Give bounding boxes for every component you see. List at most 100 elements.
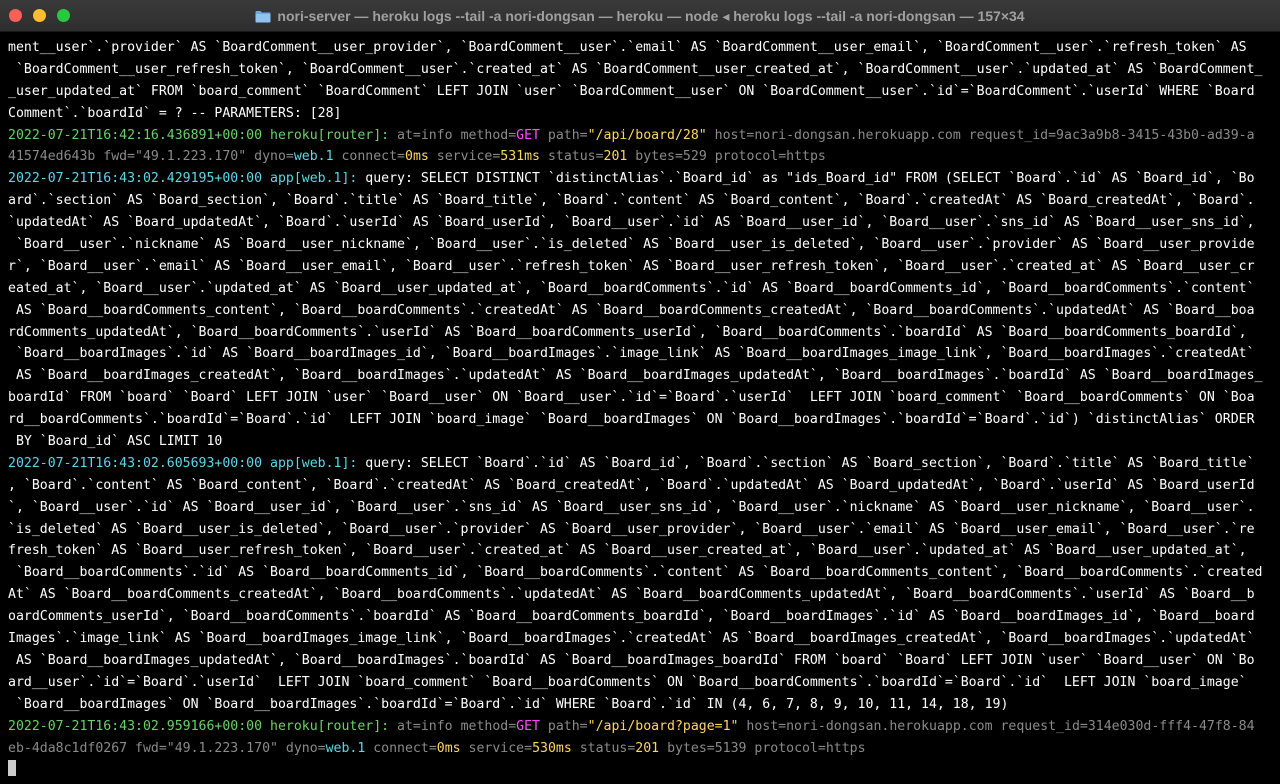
log-text: query: SELECT `Board`.`id` AS `Board_id`… bbox=[357, 455, 1255, 471]
terminal-line: 2022-07-21T16:43:02.429195+00:00 app[web… bbox=[8, 168, 1276, 190]
log-text: 531ms bbox=[500, 149, 540, 165]
text-cursor bbox=[8, 760, 16, 777]
log-text: "/api/board?page=1" bbox=[587, 718, 739, 734]
log-text: rdComments_updatedAt`, `Board__boardComm… bbox=[8, 324, 1247, 340]
log-text: Comment`.`boardId` = ? -- PARAMETERS: [2… bbox=[8, 105, 342, 121]
terminal-line: ard__user`.`id`=`Board`.`userId` LEFT JO… bbox=[8, 672, 1276, 694]
log-text: AS `Board__boardImages_createdAt`, `Boar… bbox=[8, 368, 1263, 384]
terminal-window: nori-server — heroku logs --tail -a nori… bbox=[0, 0, 1280, 784]
log-text: 0ms bbox=[436, 740, 461, 756]
log-text: service= bbox=[428, 149, 501, 165]
log-text: 41574ed643b fwd="49.1.223.170" dyno= bbox=[8, 149, 294, 165]
log-text: oardComments_userId`, `Board__boardComme… bbox=[8, 609, 1255, 625]
terminal-line: Images`.`image_link` AS `Board__boardIma… bbox=[8, 628, 1276, 650]
window-title-area: nori-server — heroku logs --tail -a nori… bbox=[0, 0, 1280, 32]
log-text: status= bbox=[540, 149, 604, 165]
log-text: fresh_token` AS `Board__user_refresh_tok… bbox=[8, 543, 1247, 559]
log-text: 2022-07-21T16:43:02.429195+00:00 app[web… bbox=[8, 171, 358, 187]
terminal-line: 41574ed643b fwd="49.1.223.170" dyno=web.… bbox=[8, 146, 1276, 168]
log-text: 2022-07-21T16:43:02.605693+00:00 app[web… bbox=[8, 455, 358, 471]
terminal-line: `Board__boardImages` ON `Board__boardIma… bbox=[8, 694, 1276, 716]
log-text: web.1 bbox=[293, 149, 334, 165]
terminal-line: 2022-07-21T16:43:02.605693+00:00 app[web… bbox=[8, 453, 1276, 475]
log-text: eated_at`, `Board__user`.`updated_at` AS… bbox=[8, 280, 1255, 296]
log-text: 201 bbox=[603, 149, 628, 165]
log-text: 201 bbox=[635, 740, 660, 756]
log-text: 530ms bbox=[532, 740, 572, 756]
terminal-line: `is_deleted` AS `Board__user_is_deleted`… bbox=[8, 519, 1276, 541]
terminal-line: rd__boardComments`.`boardId`=`Board`.`id… bbox=[8, 409, 1276, 431]
log-text: 0ms bbox=[405, 149, 429, 165]
log-text: BY `Board_id` ASC LIMIT 10 bbox=[8, 434, 223, 450]
log-text: `updatedAt` AS `Board_updatedAt`, `Board… bbox=[8, 215, 1255, 231]
log-text: at=info method= bbox=[389, 718, 517, 734]
log-text: r`, `Board__user`.`email` AS `Board__use… bbox=[8, 258, 1255, 274]
log-text: GET bbox=[516, 718, 540, 734]
log-text: path= bbox=[539, 127, 588, 143]
log-text: bytes=5139 protocol=https bbox=[659, 740, 866, 756]
log-text: Images`.`image_link` AS `Board__boardIma… bbox=[8, 631, 1255, 647]
log-text: at=info method= bbox=[389, 127, 517, 143]
terminal-line: boardId` FROM `board` `Board` LEFT JOIN … bbox=[8, 387, 1276, 409]
log-text: GET bbox=[516, 127, 540, 143]
log-text: , `Board`.`content` AS `Board_content`, … bbox=[8, 477, 1255, 493]
log-text: host=nori-dongsan.herokuapp.com request_… bbox=[738, 718, 1255, 734]
log-text: `Board__boardImages` ON `Board__boardIma… bbox=[8, 696, 1009, 712]
terminal-line: r`, `Board__user`.`email` AS `Board__use… bbox=[8, 256, 1276, 278]
log-text: AS `Board__boardImages_updatedAt`, `Boar… bbox=[8, 652, 1255, 668]
terminal-line: 2022-07-21T16:43:02.959166+00:00 heroku[… bbox=[8, 716, 1276, 738]
terminal-line: At` AS `Board__boardComments_createdAt`,… bbox=[8, 584, 1276, 606]
terminal-line: `updatedAt` AS `Board_updatedAt`, `Board… bbox=[8, 212, 1276, 234]
terminal-line: Comment`.`boardId` = ? -- PARAMETERS: [2… bbox=[8, 103, 1276, 125]
terminal-line: _user_updated_at` FROM `board_comment` `… bbox=[8, 81, 1276, 103]
log-text: eb-4da8c1df0267 fwd="49.1.223.170" dyno= bbox=[8, 740, 326, 756]
terminal-line: ment__user`.`provider` AS `BoardComment_… bbox=[8, 37, 1276, 59]
log-text: boardId` FROM `board` `Board` LEFT JOIN … bbox=[8, 390, 1255, 406]
terminal-line: AS `Board__boardComments_content`, `Boar… bbox=[8, 300, 1276, 322]
terminal-line: oardComments_userId`, `Board__boardComme… bbox=[8, 606, 1276, 628]
log-text: connect= bbox=[365, 740, 437, 756]
terminal-line: fresh_token` AS `Board__user_refresh_tok… bbox=[8, 540, 1276, 562]
window-title: nori-server — heroku logs --tail -a nori… bbox=[277, 7, 1025, 24]
log-text: rd__boardComments`.`boardId`=`Board`.`id… bbox=[8, 412, 1255, 428]
terminal-line: ard`.`section` AS `Board_section`, `Boar… bbox=[8, 190, 1276, 212]
log-text: status= bbox=[571, 740, 636, 756]
log-text: "/api/board/28" bbox=[587, 127, 707, 143]
terminal-line: rdComments_updatedAt`, `Board__boardComm… bbox=[8, 322, 1276, 344]
terminal-output[interactable]: ment__user`.`provider` AS `BoardComment_… bbox=[8, 37, 1276, 778]
terminal-line: 2022-07-21T16:42:16.436891+00:00 heroku[… bbox=[8, 125, 1276, 147]
log-text: 2022-07-21T16:43:02.959166+00:00 heroku[… bbox=[8, 718, 390, 734]
log-text: `is_deleted` AS `Board__user_is_deleted`… bbox=[8, 521, 1255, 537]
terminal-line: `Board__boardImages`.`id` AS `Board__boa… bbox=[8, 343, 1276, 365]
terminal-line: `, `Board__user`.`id` AS `Board__user_id… bbox=[8, 497, 1276, 519]
terminal-line: `Board__boardComments`.`id` AS `Board__b… bbox=[8, 562, 1276, 584]
log-text: AS `Board__boardComments_content`, `Boar… bbox=[8, 302, 1255, 318]
log-text: `Board__boardImages`.`id` AS `Board__boa… bbox=[8, 346, 1255, 362]
log-text: query: SELECT DISTINCT `distinctAlias`.`… bbox=[357, 171, 1255, 187]
log-text: `BoardComment__user_refresh_token`, `Boa… bbox=[8, 61, 1263, 77]
terminal-line: eated_at`, `Board__user`.`updated_at` AS… bbox=[8, 278, 1276, 300]
log-text: bytes=529 protocol=https bbox=[627, 149, 826, 165]
log-text: service= bbox=[460, 740, 533, 756]
log-text: host=nori-dongsan.herokuapp.com request_… bbox=[706, 127, 1255, 143]
log-text: `, `Board__user`.`id` AS `Board__user_id… bbox=[8, 499, 1255, 515]
terminal-line: BY `Board_id` ASC LIMIT 10 bbox=[8, 431, 1276, 453]
log-text: _user_updated_at` FROM `board_comment` `… bbox=[8, 83, 1255, 99]
terminal-line: `BoardComment__user_refresh_token`, `Boa… bbox=[8, 59, 1276, 81]
terminal-line: AS `Board__boardImages_updatedAt`, `Boar… bbox=[8, 650, 1276, 672]
terminal-line: , `Board`.`content` AS `Board_content`, … bbox=[8, 475, 1276, 497]
terminal-line: `Board__user`.`nickname` AS `Board__user… bbox=[8, 234, 1276, 256]
log-text: At` AS `Board__boardComments_createdAt`,… bbox=[8, 587, 1255, 603]
terminal-line: eb-4da8c1df0267 fwd="49.1.223.170" dyno=… bbox=[8, 738, 1276, 760]
log-text: `Board__user`.`nickname` AS `Board__user… bbox=[8, 237, 1255, 253]
log-text: 2022-07-21T16:42:16.436891+00:00 heroku[… bbox=[8, 127, 390, 143]
terminal-line: AS `Board__boardImages_createdAt`, `Boar… bbox=[8, 365, 1276, 387]
log-text: path= bbox=[539, 718, 588, 734]
log-text: `Board__boardComments`.`id` AS `Board__b… bbox=[8, 565, 1263, 581]
log-text: ard`.`section` AS `Board_section`, `Boar… bbox=[8, 193, 1255, 209]
log-text: web.1 bbox=[325, 740, 366, 756]
prompt-line bbox=[8, 759, 1276, 778]
title-bar: nori-server — heroku logs --tail -a nori… bbox=[0, 0, 1280, 32]
log-text: ment__user`.`provider` AS `BoardComment_… bbox=[8, 40, 1247, 55]
folder-icon bbox=[255, 10, 271, 23]
